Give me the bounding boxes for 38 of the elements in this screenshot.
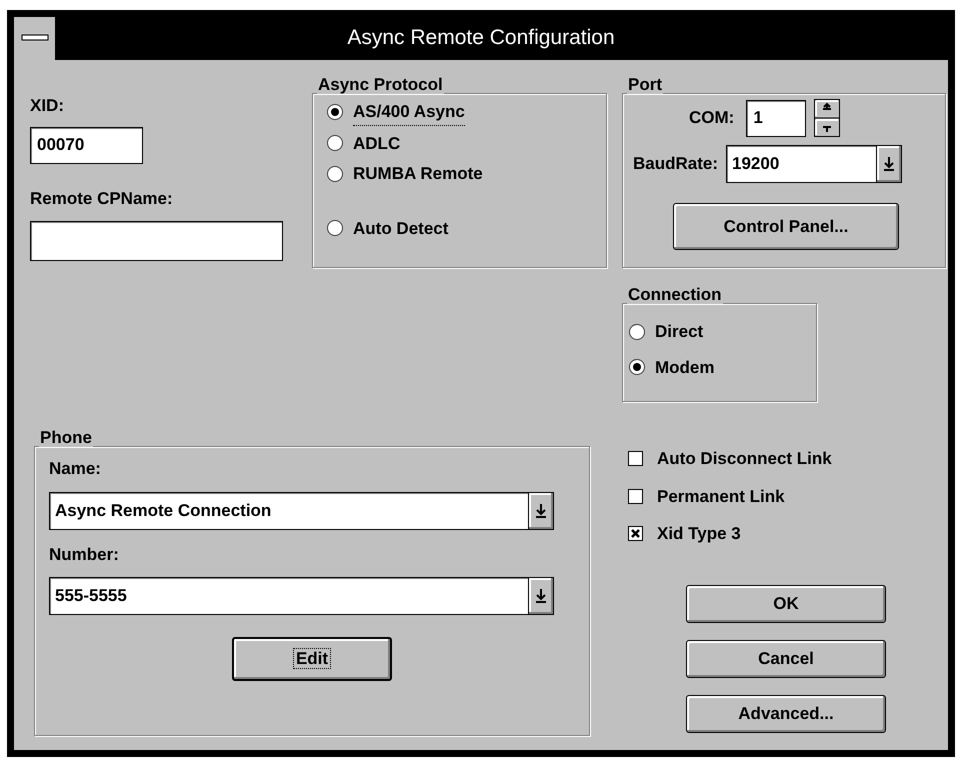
radio-button[interactable]: ADLC xyxy=(327,130,400,156)
dropdown[interactable]: 555-5555 xyxy=(49,577,554,615)
window-title: Async Remote Configuration xyxy=(346,25,616,52)
group-title: Port xyxy=(627,76,663,93)
radio-button[interactable]: RUMBA Remote xyxy=(327,161,483,186)
input-field[interactable]: 1 xyxy=(746,100,806,136)
dropdown-arrow-icon xyxy=(535,588,547,604)
group-title: Phone xyxy=(39,429,93,446)
edit-button[interactable]: Edit xyxy=(232,637,392,681)
dropdown-arrow-icon xyxy=(535,502,547,518)
radio-button[interactable]: Auto Detect xyxy=(327,216,448,241)
radio-button[interactable]: AS/400 Async xyxy=(327,99,465,126)
group-title: Connection xyxy=(627,286,722,303)
control-panel-button[interactable]: Control Panel... xyxy=(673,203,899,250)
cross-mark-icon xyxy=(630,528,641,540)
input-field[interactable]: 00070 xyxy=(30,126,143,164)
spinner-button[interactable] xyxy=(814,99,840,137)
field-label: Remote CPName: xyxy=(30,188,173,210)
system-menu-icon xyxy=(20,34,48,42)
field-label: COM: xyxy=(689,107,734,130)
radio-button[interactable]: Direct xyxy=(629,319,704,344)
field-label: Number: xyxy=(49,544,119,566)
checkbox[interactable]: Xid Type 3 xyxy=(628,521,741,546)
field-label: BaudRate: xyxy=(633,153,718,176)
radio-button[interactable]: Modem xyxy=(629,354,714,380)
field-label: Name: xyxy=(49,458,101,480)
checkbox[interactable]: Auto Disconnect Link xyxy=(628,446,832,472)
dialog-button[interactable]: OK xyxy=(686,584,886,622)
dropdown[interactable]: 19200 xyxy=(726,145,902,183)
dialog-button[interactable]: Cancel xyxy=(686,640,886,678)
dialog-button[interactable]: Advanced... xyxy=(686,694,886,732)
field-label: XID: xyxy=(30,95,64,117)
checkbox[interactable]: Permanent Link xyxy=(628,484,785,509)
dropdown-arrow-icon xyxy=(883,156,896,172)
system-menu-button[interactable] xyxy=(14,16,56,60)
input-field[interactable] xyxy=(30,221,283,261)
group-title: Async Protocol xyxy=(317,76,444,93)
dropdown[interactable]: Async Remote Connection xyxy=(49,492,554,530)
